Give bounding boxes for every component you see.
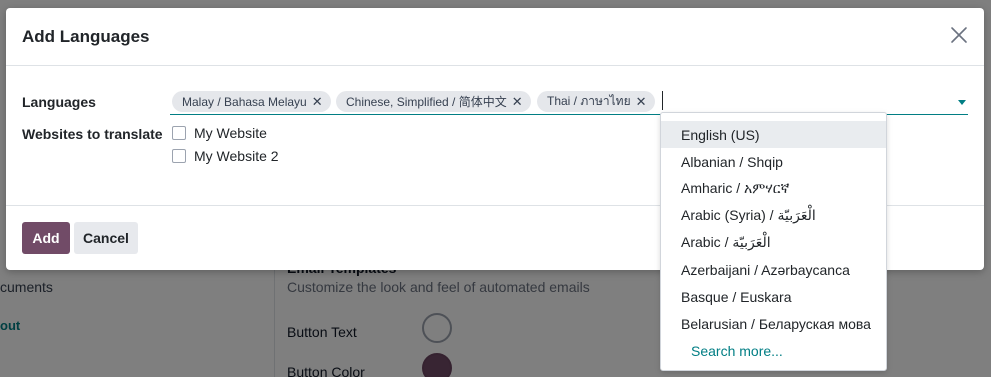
text-cursor <box>662 91 663 110</box>
language-tag: Malay / Bahasa Melayu ✕ <box>172 91 331 112</box>
dropdown-option[interactable]: Arabic / الْعَرَبيّة <box>661 229 886 256</box>
modal-title: Add Languages <box>22 27 150 46</box>
modal-header: Add Languages <box>6 8 984 66</box>
remove-tag-icon[interactable]: ✕ <box>512 95 523 108</box>
remove-tag-icon[interactable]: ✕ <box>312 95 323 108</box>
dropdown-option[interactable]: Basque / Euskara <box>661 283 886 310</box>
search-more-link[interactable]: Search more... <box>661 337 886 364</box>
dropdown-option[interactable]: Amharic / አምሃርኛ <box>661 175 886 202</box>
website-checkbox[interactable] <box>172 149 186 163</box>
languages-label: Languages <box>22 94 96 110</box>
language-tag: Thai / ภาษาไทย ✕ <box>537 91 655 112</box>
website-checkbox-row[interactable]: My Website 2 <box>172 147 279 165</box>
website-label[interactable]: My Website 2 <box>194 148 279 164</box>
dropdown-option[interactable]: Albanian / Shqip <box>661 148 886 175</box>
language-tag: Chinese, Simplified / 简体中文 ✕ <box>336 91 531 112</box>
website-checkbox[interactable] <box>172 126 186 140</box>
dropdown-option[interactable]: English (US) <box>661 121 886 148</box>
websites-label: Websites to translate <box>22 126 163 142</box>
caret-down-icon[interactable] <box>958 100 966 105</box>
dropdown-option[interactable]: Azerbaijani / Azərbaycanca <box>661 256 886 283</box>
dropdown-option[interactable]: Belarusian / Беларуская мова <box>661 310 886 337</box>
close-button[interactable] <box>948 24 970 46</box>
add-button[interactable]: Add <box>22 222 70 254</box>
language-autocomplete-dropdown: English (US) Albanian / Shqip Amharic / … <box>660 112 887 371</box>
cancel-button[interactable]: Cancel <box>74 222 138 254</box>
website-label[interactable]: My Website <box>194 125 267 141</box>
tag-label: Malay / Bahasa Melayu <box>182 94 307 109</box>
website-checkbox-row[interactable]: My Website <box>172 124 267 142</box>
remove-tag-icon[interactable]: ✕ <box>636 95 647 108</box>
tag-label: Thai / ภาษาไทย <box>547 94 631 108</box>
close-icon <box>951 27 967 43</box>
tag-label: Chinese, Simplified / 简体中文 <box>346 95 507 109</box>
dropdown-option[interactable]: Arabic (Syria) / الْعَرَبيّة <box>661 202 886 229</box>
